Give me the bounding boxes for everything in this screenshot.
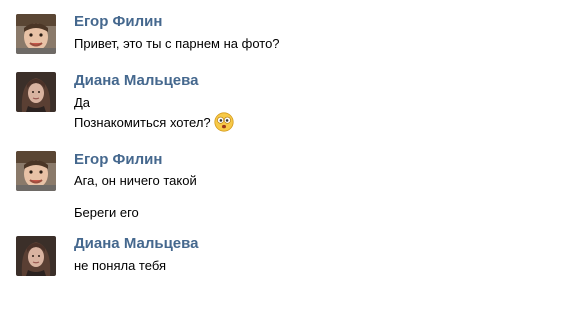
avatar-egor[interactable] — [16, 14, 56, 54]
message-text-with-emoji: Познакомиться хотел? — [74, 112, 234, 132]
message-text: Ага, он ничего такой — [74, 173, 197, 188]
avatar-diana-image — [16, 72, 56, 112]
author-name-link[interactable]: Диана Мальцева — [74, 235, 199, 252]
avatar-diana[interactable] — [16, 72, 56, 112]
avatar-egor-image — [16, 14, 56, 54]
avatar-diana[interactable] — [16, 236, 56, 276]
dialog-history: Егор Филин Привет, это ты с парнем на фо… — [0, 0, 588, 325]
author-name-link[interactable]: Егор Филин — [74, 151, 162, 168]
message-text: Да — [74, 95, 91, 110]
avatar-egor[interactable] — [16, 151, 56, 191]
author-name-link[interactable]: Диана Мальцева — [74, 72, 199, 89]
surprised-face-icon — [214, 112, 234, 132]
author-name-link[interactable]: Егор Филин — [74, 13, 162, 30]
message-text: Привет, это ты с парнем на фото? — [74, 36, 280, 51]
message-text: Береги его — [74, 205, 139, 220]
avatar-diana-image — [16, 236, 56, 276]
avatar-egor-image — [16, 151, 56, 191]
message-text: не поняла тебя — [74, 258, 167, 273]
message-text: Познакомиться хотел? — [74, 115, 211, 130]
